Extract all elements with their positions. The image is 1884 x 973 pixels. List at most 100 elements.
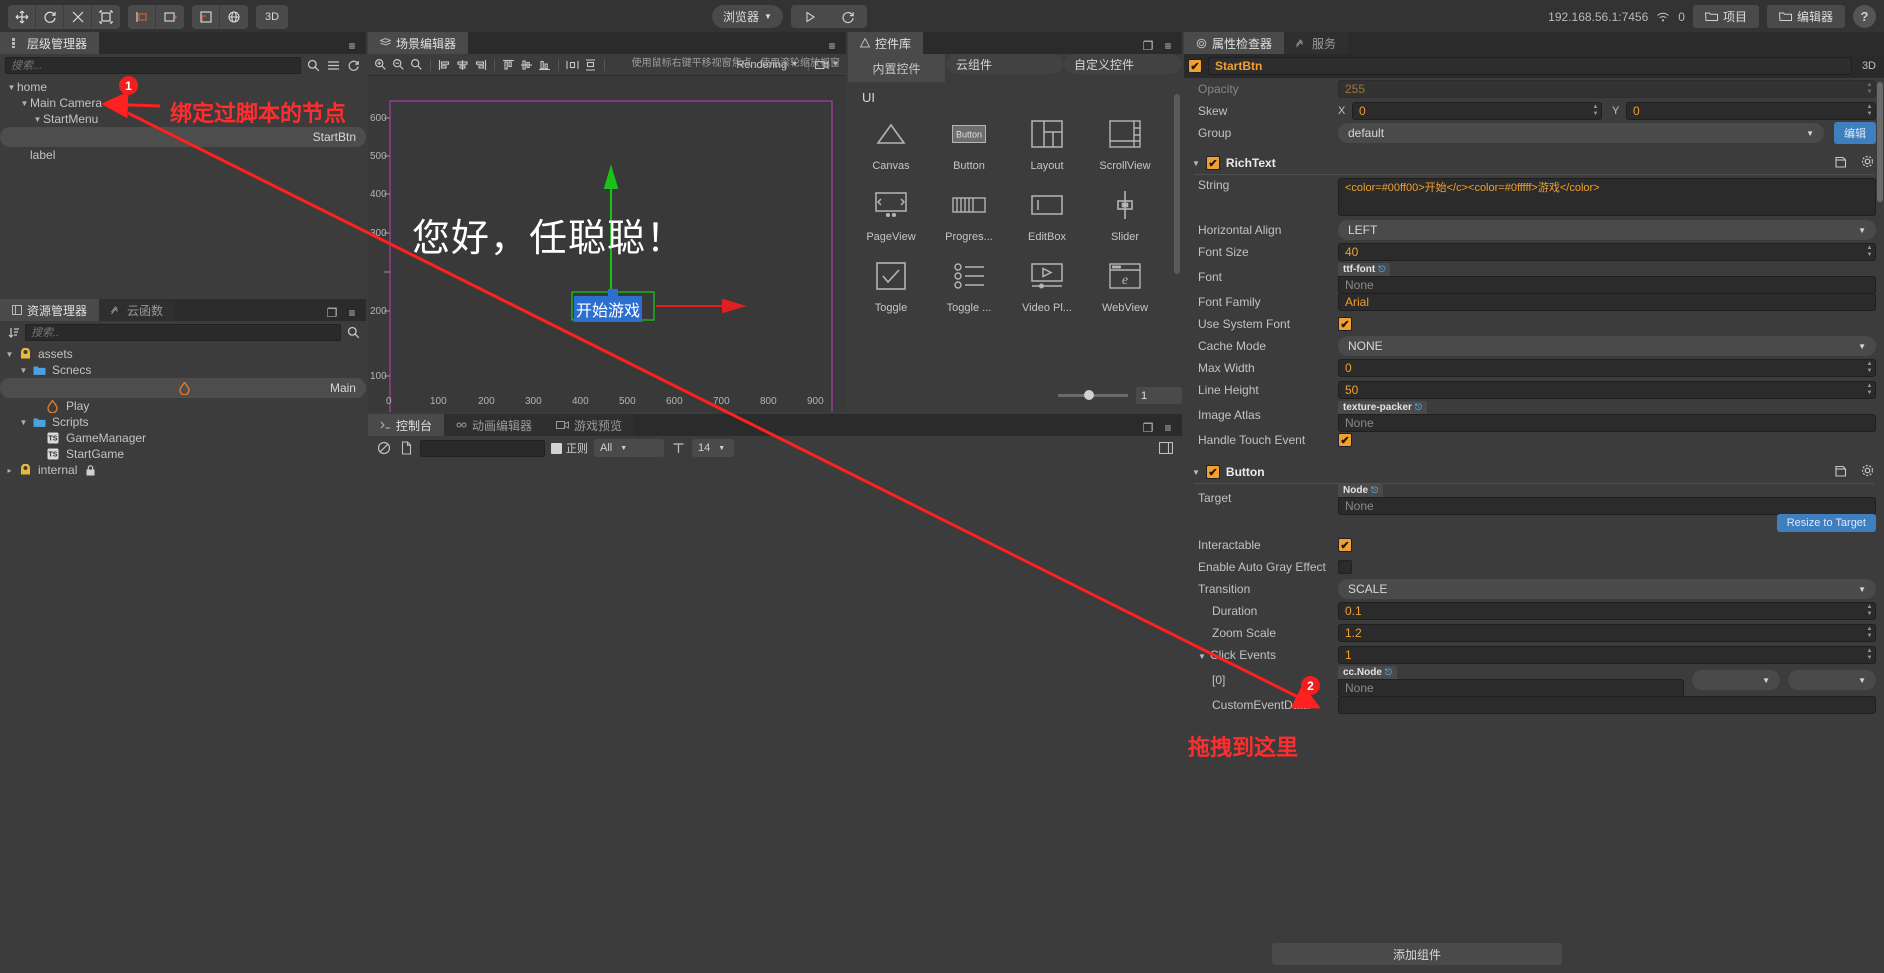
checkbox[interactable]: ✔ — [1338, 538, 1352, 552]
tab-game-preview[interactable]: 游戏预览 — [544, 414, 635, 436]
tab-assets[interactable]: 资源管理器 — [0, 299, 100, 321]
number-input[interactable]: 40 ▲ ▼ — [1338, 243, 1876, 261]
chevron-down-icon[interactable]: ▼ — [32, 115, 43, 124]
stepper-icon[interactable]: ▲ ▼ — [1864, 104, 1875, 118]
hierarchy-node[interactable]: ▼ Main Camera — [0, 95, 366, 111]
expand-collapse-icon[interactable] — [325, 58, 341, 74]
asset-value[interactable]: None — [1338, 275, 1876, 294]
assets-float-icon[interactable]: ❐ — [324, 305, 340, 321]
hierarchy-node[interactable]: ▼ StartMenu — [0, 111, 366, 127]
chevron-down-icon[interactable]: ▼ — [18, 366, 29, 375]
align-bottom-icon[interactable] — [537, 57, 552, 73]
tab-animation-editor[interactable]: 动画编辑器 — [444, 414, 545, 436]
stepper-icon[interactable]: ▲ ▼ — [1864, 626, 1875, 640]
hierarchy-menu-icon[interactable]: ≡ — [344, 38, 360, 54]
chevron-down-icon[interactable]: ▼ — [1198, 652, 1206, 661]
widget-item[interactable]: Video Pl... — [1014, 253, 1080, 314]
pivot-pos-icon[interactable] — [156, 5, 184, 29]
chevron-down-icon[interactable]: ▼ — [19, 99, 30, 108]
number-input[interactable]: 1 ▲ ▼ — [1338, 646, 1876, 664]
component-menu-gear-icon[interactable] — [1861, 155, 1874, 171]
console-filter-input[interactable] — [420, 439, 545, 457]
inspector-scrollbar[interactable] — [1877, 82, 1883, 202]
assets-tree[interactable]: ▼ assets ▼ Scnecs Main Play ▼ Scripts TS GameMana… — [0, 344, 366, 478]
number-input[interactable]: 0 ▲ ▼ — [1338, 359, 1876, 377]
chevron-down-icon[interactable]: ▼ — [18, 418, 29, 427]
search-icon[interactable] — [345, 325, 361, 341]
component-help-icon[interactable] — [1834, 156, 1847, 171]
widget-item[interactable]: Button Button — [936, 111, 1002, 172]
chevron-right-icon[interactable]: ▸ — [4, 466, 15, 475]
checkbox[interactable]: ✔ — [1205, 465, 1220, 479]
distribute-v-icon[interactable] — [583, 57, 598, 73]
pivot-center-icon[interactable] — [128, 5, 156, 29]
open-external-icon[interactable]: ⎋ — [1415, 402, 1422, 413]
scale-tool[interactable] — [64, 5, 92, 29]
asset-field[interactable]: Node ⎋ None — [1338, 482, 1876, 515]
refresh-button[interactable] — [829, 5, 867, 28]
asset-value[interactable]: None — [1338, 413, 1876, 432]
console-menu-icon[interactable]: ≡ — [1160, 420, 1176, 436]
zoom-out-icon[interactable] — [391, 57, 406, 73]
stepper-icon[interactable]: ▲ ▼ — [1864, 82, 1875, 96]
number-input[interactable]: 50 ▲ ▼ — [1338, 381, 1876, 399]
component-header[interactable]: ▼ ✔ Button — [1184, 461, 1884, 483]
asset-item[interactable]: Play — [0, 398, 366, 414]
search-icon[interactable] — [305, 58, 321, 74]
component-header[interactable]: ▼ ✔ RichText — [1184, 152, 1884, 174]
stepper-icon[interactable]: ▲ ▼ — [1864, 245, 1875, 259]
tab-cloud-widgets[interactable]: 云组件 — [946, 54, 1064, 74]
asset-item[interactable]: ▼ Scripts — [0, 414, 366, 430]
asset-item[interactable]: ▼ Scnecs — [0, 362, 366, 378]
widgets-float-icon[interactable]: ❐ — [1140, 38, 1156, 54]
transform-tool-group[interactable] — [8, 5, 120, 29]
tab-services[interactable]: 服务 — [1284, 32, 1349, 54]
widget-item[interactable]: ScrollView — [1092, 111, 1158, 172]
widgets-zoom-slider[interactable]: 1 — [1058, 387, 1182, 404]
widget-item[interactable]: Toggle ... — [936, 253, 1002, 314]
distribute-h-icon[interactable] — [565, 57, 580, 73]
console-regex-toggle[interactable]: 正则 — [551, 440, 588, 456]
clear-console-icon[interactable] — [376, 440, 392, 456]
number-input[interactable]: 1.2 ▲ ▼ — [1338, 624, 1876, 642]
refresh-icon[interactable] — [345, 58, 361, 74]
node-name-field[interactable]: StartBtn — [1208, 57, 1852, 75]
hierarchy-node[interactable]: label — [0, 147, 366, 163]
number-input[interactable]: 0.1 ▲ ▼ — [1338, 602, 1876, 620]
tab-custom-widgets[interactable]: 自定义控件 — [1064, 54, 1182, 74]
widget-category-tabs[interactable]: 内置控件 云组件 自定义控件 — [848, 54, 1182, 82]
widget-item[interactable]: Progres... — [936, 182, 1002, 243]
rect-tool[interactable] — [92, 5, 120, 29]
add-component-button-wrap[interactable]: 添加组件 — [1272, 943, 1562, 965]
align-center-h-icon[interactable] — [455, 57, 470, 73]
widget-item[interactable]: PageView — [858, 182, 924, 243]
align-left-icon[interactable] — [437, 57, 452, 73]
open-external-icon[interactable]: ⎋ — [1378, 264, 1385, 275]
chevron-down-icon[interactable]: ▼ — [4, 350, 15, 359]
scene-menu-icon[interactable]: ≡ — [824, 38, 840, 54]
widgets-menu-icon[interactable]: ≡ — [1160, 38, 1176, 54]
inspector-body[interactable]: Opacity 255 ▲ ▼ Skew X 0 ▲ ▼ Y 0 ▲ ▼ Group default ▼ 编辑 ▼… — [1184, 78, 1884, 958]
align-top-icon[interactable] — [501, 57, 516, 73]
select-box[interactable]: SCALE ▼ — [1338, 579, 1876, 599]
editor-button[interactable]: 编辑器 — [1766, 5, 1845, 28]
tab-widget-library[interactable]: 控件库 — [848, 32, 924, 54]
console-output[interactable] — [368, 462, 1182, 941]
asset-field[interactable]: texture-packer ⎋ None — [1338, 399, 1876, 432]
hierarchy-search-input[interactable] — [5, 57, 301, 74]
stepper-icon[interactable]: ▲ ▼ — [1590, 104, 1601, 118]
slider-handle[interactable] — [1084, 390, 1094, 400]
asset-value[interactable]: None — [1338, 678, 1684, 697]
checkbox[interactable] — [1338, 560, 1352, 574]
widget-item[interactable]: Slider — [1092, 182, 1158, 243]
select-box[interactable]: default ▼ — [1338, 123, 1824, 143]
align-tool-group[interactable] — [192, 5, 248, 29]
checkbox[interactable]: ✔ — [1338, 317, 1352, 331]
asset-field[interactable]: cc.Node ⎋ None — [1338, 664, 1684, 697]
select-box[interactable]: NONE ▼ — [1338, 336, 1876, 356]
sort-icon[interactable] — [5, 325, 21, 341]
assets-menu-icon[interactable]: ≡ — [344, 305, 360, 321]
widget-item[interactable]: EditBox — [1014, 182, 1080, 243]
assets-search-input[interactable] — [25, 324, 341, 341]
hierarchy-node[interactable]: StartBtn — [0, 127, 366, 147]
